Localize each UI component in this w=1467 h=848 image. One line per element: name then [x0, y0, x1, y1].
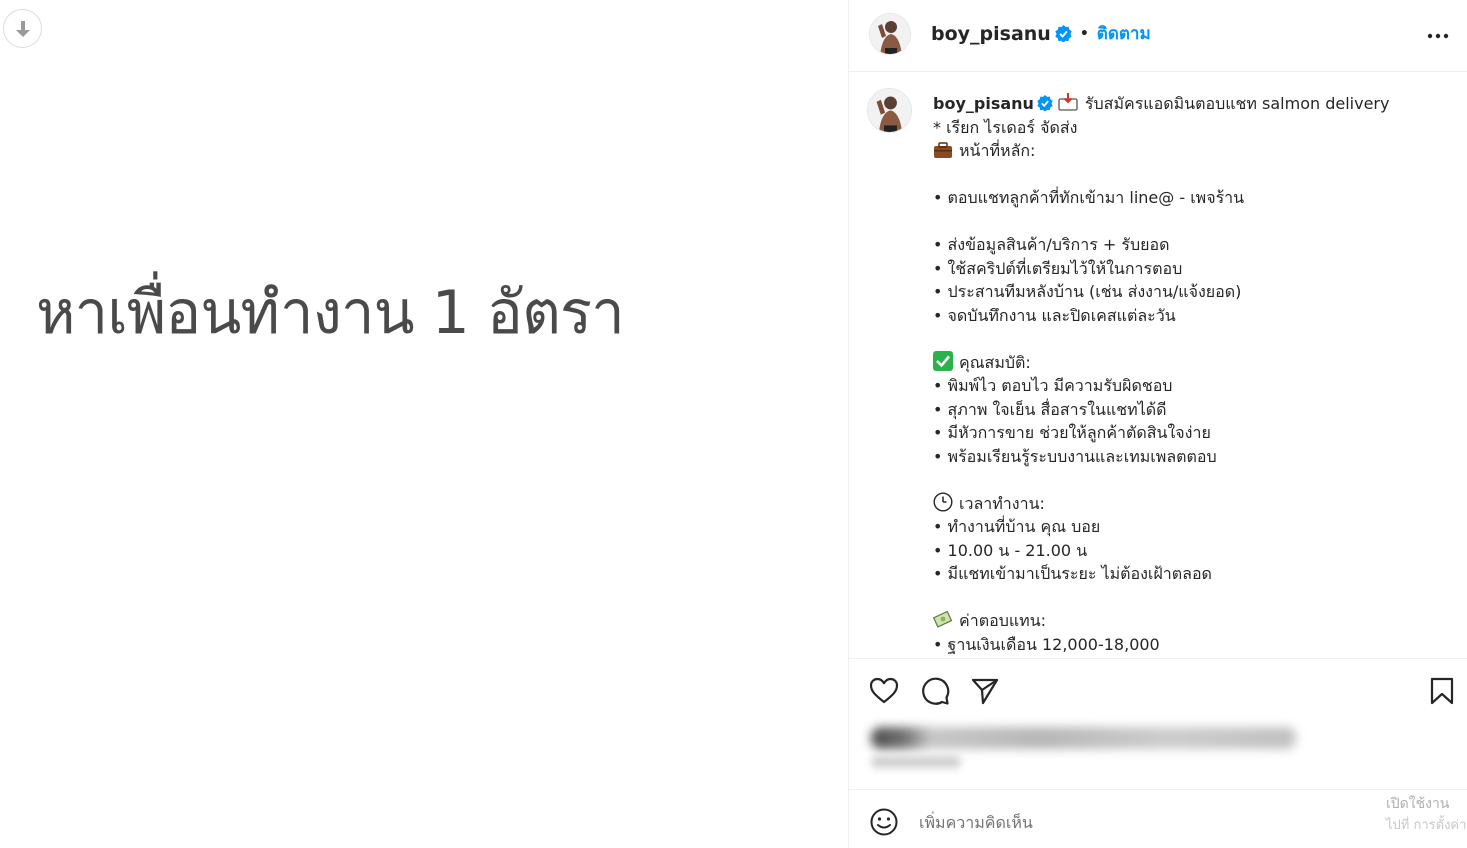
caption-line: • ฐานเงินเดือน 12,000-18,000 [933, 633, 1453, 657]
watermark-line1: เปิดใช้งาน [1386, 796, 1450, 812]
follow-button[interactable]: ติดตาม [1097, 20, 1151, 47]
caption-line-text: • มีแชทเข้ามาเป็นระยะ ไม่ต้องเฝ้าตลอด [933, 564, 1212, 583]
caption-line-text: • จดบันทึกงาน และปิดเคสแต่ละวัน [933, 305, 1176, 325]
caption-line: • สุภาพ ใจเย็น สื่อสารในแชทได้ดี [933, 398, 1453, 422]
caption-line-text: รับสมัครแอดมินตอบแชท salmon delivery [1084, 94, 1390, 113]
caption-line-text: • ประสานทีมหลังบ้าน (เช่น ส่งงาน/แจ้งยอด… [933, 282, 1242, 301]
media-title: หาเพื่อนทำงาน 1 อัตรา [36, 278, 625, 348]
money-icon [933, 610, 953, 628]
caption-line: • มีแชทเข้ามาเป็นระยะ ไม่ต้องเฝ้าตลอด [933, 562, 1453, 586]
action-bar [849, 658, 1467, 790]
watermark-line2: ไปที่ การตั้งค่า [1386, 818, 1467, 833]
caption-section: boy_pisanu รับสมัครแอดมินตอบแชท salmon de… [849, 72, 1467, 658]
caption-line-text: * เรียก ไรเดอร์ จัดส่ง [933, 117, 1078, 137]
caption-line: • 10.00 น - 21.00 น [933, 539, 1453, 563]
comment-input[interactable] [919, 810, 1359, 834]
caption-line: • พร้อมเรียนรู้ระบบงานและเทมเพลตตอบ [933, 445, 1453, 469]
caption-line-text: • พิมพ์ไว ตอบไว มีความรับผิดชอบ [933, 376, 1173, 395]
caption-line: * เรียก ไรเดอร์ จัดส่ง [933, 116, 1453, 140]
download-button[interactable] [3, 9, 42, 48]
caption-line-text: คุณสมบัติ: [959, 352, 1031, 372]
caption-first-line: boy_pisanu รับสมัครแอดมินตอบแชท salmon de… [933, 92, 1453, 116]
caption-line: ค่าตอบแทน: [933, 609, 1453, 633]
caption-text: boy_pisanu รับสมัครแอดมินตอบแชท salmon de… [933, 92, 1453, 656]
smile-icon[interactable] [869, 807, 899, 837]
download-arrow-icon [15, 20, 30, 37]
inbox-tray-icon [1058, 93, 1078, 111]
caption-line-text: หน้าที่หลัก: [959, 141, 1036, 160]
more-options-button[interactable] [1426, 24, 1450, 48]
caption-line [933, 586, 1453, 610]
caption-line-text: • พร้อมเรียนรู้ระบบงานและเทมเพลตตอบ [933, 446, 1217, 466]
more-horizontal-icon [1427, 33, 1449, 39]
briefcase-icon [934, 142, 952, 158]
caption-verified-badge-icon [1037, 95, 1053, 112]
send-icon[interactable] [970, 676, 1000, 706]
likes-summary-blurred [871, 727, 1296, 749]
windows-activation-watermark: เปิดใช้งาน ไปที่ การตั้งค่า [1386, 793, 1466, 837]
caption-line: • ส่งข้อมูลสินค้า/บริการ + รับยอด [933, 233, 1453, 257]
caption-line-text: • ทำงานที่บ้าน คุณ บอย [933, 517, 1101, 536]
caption-avatar[interactable] [867, 88, 912, 133]
caption-line: • จดบันทึกงาน และปิดเคสแต่ละวัน [933, 304, 1453, 328]
caption-line-text: เวลาทำงาน: [959, 493, 1045, 513]
caption-line: • ตอบแชทลูกค้าที่ทักเข้ามา line@ - เพจร้… [933, 186, 1453, 210]
clock-icon [933, 491, 953, 512]
caption-line-text: ค่าตอบแทน: [959, 611, 1047, 630]
caption-line-text: • สุภาพ ใจเย็น สื่อสารในแชทได้ดี [933, 399, 1167, 419]
caption-line [933, 468, 1453, 492]
header-user-row: boy_pisanu • ติดตาม [931, 20, 1151, 47]
caption-line-text: • ตอบแชทลูกค้าที่ทักเข้ามา line@ - เพจร้… [933, 188, 1245, 207]
heart-icon[interactable] [869, 676, 899, 706]
check-mark-icon [933, 350, 953, 371]
header-username[interactable]: boy_pisanu [931, 23, 1051, 45]
caption-line-text: • 10.00 น - 21.00 น [933, 540, 1088, 560]
separator-dot: • [1079, 25, 1089, 42]
caption-line-text: • ฐานเงินเดือน 12,000-18,000 [933, 634, 1160, 654]
caption-line: • ใช้สคริปต์ที่เตรียมไว้ให้ในการตอบ [933, 257, 1453, 281]
bookmark-icon[interactable] [1427, 676, 1457, 706]
avatar[interactable] [869, 13, 911, 55]
post-date-blurred [871, 756, 961, 768]
caption-line: • ประสานทีมหลังบ้าน (เช่น ส่งงาน/แจ้งยอด… [933, 280, 1453, 304]
comment-icon[interactable] [920, 676, 950, 706]
caption-line [933, 327, 1453, 351]
caption-username[interactable]: boy_pisanu [933, 94, 1034, 113]
post-panel: boy_pisanu • ติดตาม boy_pisanu รับสมัครแ… [848, 0, 1467, 848]
caption-line-text: • ส่งข้อมูลสินค้า/บริการ + รับยอด [933, 235, 1170, 254]
caption-line-text: • ใช้สคริปต์ที่เตรียมไว้ให้ในการตอบ [933, 258, 1183, 278]
caption-line: เวลาทำงาน: [933, 491, 1453, 516]
caption-line [933, 210, 1453, 234]
post-header: boy_pisanu • ติดตาม [849, 0, 1467, 72]
caption-line: หน้าที่หลัก: [933, 139, 1453, 163]
caption-line [933, 163, 1453, 187]
caption-line-text: • มีหัวการขาย ช่วยให้ลูกค้าตัดสินใจง่าย [933, 423, 1211, 442]
post-media: หาเพื่อนทำงาน 1 อัตรา [0, 0, 848, 848]
caption-line: • ทำงานที่บ้าน คุณ บอย [933, 515, 1453, 539]
verified-badge-icon [1055, 25, 1072, 42]
caption-line: • พิมพ์ไว ตอบไว มีความรับผิดชอบ [933, 374, 1453, 398]
caption-line: • มีหัวการขาย ช่วยให้ลูกค้าตัดสินใจง่าย [933, 421, 1453, 445]
comment-bar [849, 790, 1467, 848]
caption-line: คุณสมบัติ: [933, 350, 1453, 375]
